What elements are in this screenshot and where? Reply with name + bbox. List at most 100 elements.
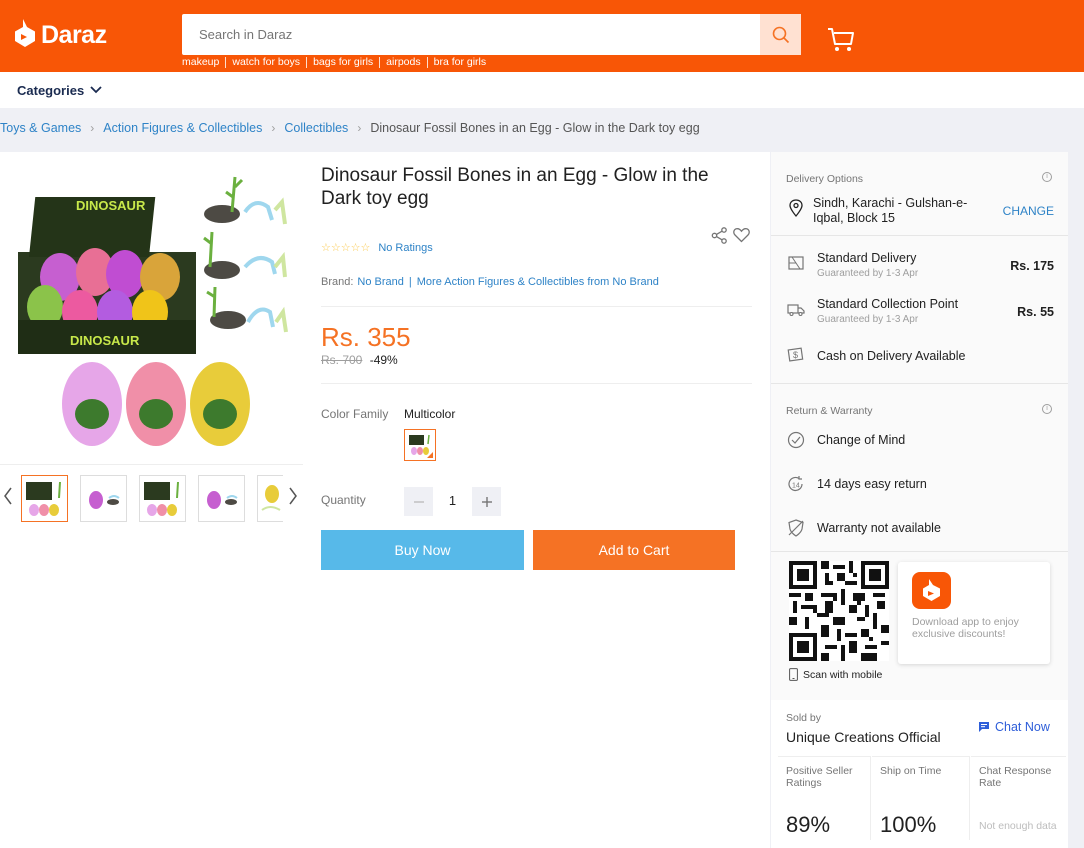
return-warranty-title: Return & Warranty [786,405,873,417]
stat-value: 100% [880,812,937,837]
change-of-mind-label: Change of Mind [817,433,906,447]
product-rating: ☆☆☆☆☆ No Ratings [321,241,433,255]
scan-with-mobile: Scan with mobile [789,668,882,681]
chat-now-label: Chat Now [995,720,1050,734]
separator: | [408,276,412,288]
product-main-image[interactable]: DINOSAUR DINOSAUR [0,152,303,462]
buy-now-button[interactable]: Buy Now [321,530,524,570]
stat-label: Positive Seller Ratings [786,765,853,789]
thumbnail[interactable] [257,475,283,522]
cart-icon[interactable] [826,24,856,54]
categories-menu[interactable]: Categories [17,83,84,98]
cod-label: Cash on Delivery Available [817,349,966,363]
quantity-label: Quantity [321,493,366,507]
divider [771,383,1068,384]
seller-section: Sold by Unique Creations Official Chat N… [771,700,1068,848]
standard-delivery-label: Standard Delivery [817,251,917,265]
hot-keyword-link[interactable]: watch for boys [226,57,308,68]
original-price-row: Rs. 700 -49% [321,353,398,367]
svg-text:DINOSAUR: DINOSAUR [76,198,146,213]
info-icon[interactable]: i [1042,172,1052,182]
seller-name[interactable]: Unique Creations Official [786,729,941,745]
divider [771,235,1068,236]
brand-row: Brand: No Brand | More Action Figures & … [321,276,659,288]
top-header: Daraz makeup watch for boys bags for gir… [0,0,1084,72]
truck-icon [787,304,805,317]
hot-keywords: makeup watch for boys bags for girls air… [182,57,492,68]
quantity-decrease-button[interactable] [404,487,433,516]
cash-icon: $ [787,347,804,362]
breadcrumb: Toys & Games › Action Figures & Collecti… [0,121,700,135]
color-swatch[interactable] [404,429,436,461]
color-family-value: Multicolor [404,407,456,421]
quantity-increase-button[interactable] [472,487,501,516]
svg-text:$: $ [793,350,798,360]
thumbnail[interactable] [21,475,68,522]
standard-delivery-eta: Guaranteed by 1-3 Apr [817,268,919,279]
hot-keyword-link[interactable]: bags for girls [307,57,381,68]
discount-badge: -49% [369,353,398,367]
search-input[interactable] [182,14,760,55]
thumbnail-image [144,481,179,516]
svg-text:DINOSAUR: DINOSAUR [70,333,140,348]
collection-point-label: Standard Collection Point [817,297,959,311]
wishlist-heart-icon[interactable] [733,227,750,243]
share-icon[interactable] [711,227,728,244]
thumbnail[interactable] [139,475,186,522]
more-from-brand-link[interactable]: More Action Figures & Collectibles from … [417,276,659,288]
hot-keyword-link[interactable]: bra for girls [428,57,493,68]
seller-stat: Positive Seller Ratings 89% [778,756,871,840]
breadcrumb-current: Dinosaur Fossil Bones in an Egg - Glow i… [370,121,700,135]
stat-label: Chat Response Rate [979,765,1052,789]
divider [771,551,1068,552]
return-days-badge: 14 [792,483,800,490]
brand-link[interactable]: No Brand [357,276,403,288]
product-title: Dinosaur Fossil Bones in an Egg - Glow i… [321,165,709,209]
app-promo-text: Download app to enjoy exclusive discount… [912,616,1019,640]
info-icon[interactable]: i [1042,404,1052,414]
rating-stars: ☆☆☆☆☆ [321,242,371,254]
brand-label: Brand: [321,276,354,288]
app-download-card[interactable]: Download app to enjoy exclusive discount… [898,562,1050,664]
search-icon [772,26,789,43]
chevron-right-icon: › [90,121,95,135]
daraz-logo-icon [15,19,35,47]
daraz-logo[interactable]: Daraz [14,19,107,51]
chevron-right-icon[interactable] [288,487,298,505]
delivery-panel: Delivery Options i Sindh, Karachi - Guls… [771,152,1068,848]
phone-icon [789,668,798,681]
add-to-cart-button[interactable]: Add to Cart [533,530,735,570]
delivery-options-title: Delivery Options [786,173,864,185]
thumbnail[interactable] [198,475,245,522]
chat-now-button[interactable]: Chat Now [978,720,1050,734]
breadcrumb-link[interactable]: Toys & Games [0,121,81,135]
stat-label: Ship on Time [880,765,942,777]
change-location-link[interactable]: CHANGE [1003,204,1054,218]
collection-point-eta: Guaranteed by 1-3 Apr [817,314,919,325]
breadcrumb-link[interactable]: Collectibles [284,121,348,135]
thumbnail[interactable] [80,475,127,522]
breadcrumb-link[interactable]: Action Figures & Collectibles [103,121,262,135]
plus-icon [481,496,492,507]
divider [321,383,752,384]
quantity-value[interactable]: 1 [440,493,465,508]
stat-value: Not enough data [979,820,1057,832]
warranty-label: Warranty not available [817,521,941,535]
chevron-left-icon[interactable] [3,487,13,505]
sale-price: Rs. 355 [321,322,411,352]
chevron-right-icon: › [271,121,276,135]
location-pin-icon [789,199,803,217]
seller-stat: Ship on Time 100% [872,756,970,840]
qr-code [789,561,889,661]
stat-value: 89% [786,812,831,837]
hot-keyword-link[interactable]: makeup [182,57,227,68]
chevron-down-icon[interactable] [90,85,102,95]
warranty-shield-icon [788,519,804,537]
chat-icon [979,722,989,732]
search-button[interactable] [760,14,801,55]
image-thumbnails [0,464,303,524]
hot-keyword-link[interactable]: airpods [380,57,428,68]
ratings-link[interactable]: No Ratings [378,242,432,254]
thumbnail-image [261,485,281,511]
search-bar [182,14,801,55]
